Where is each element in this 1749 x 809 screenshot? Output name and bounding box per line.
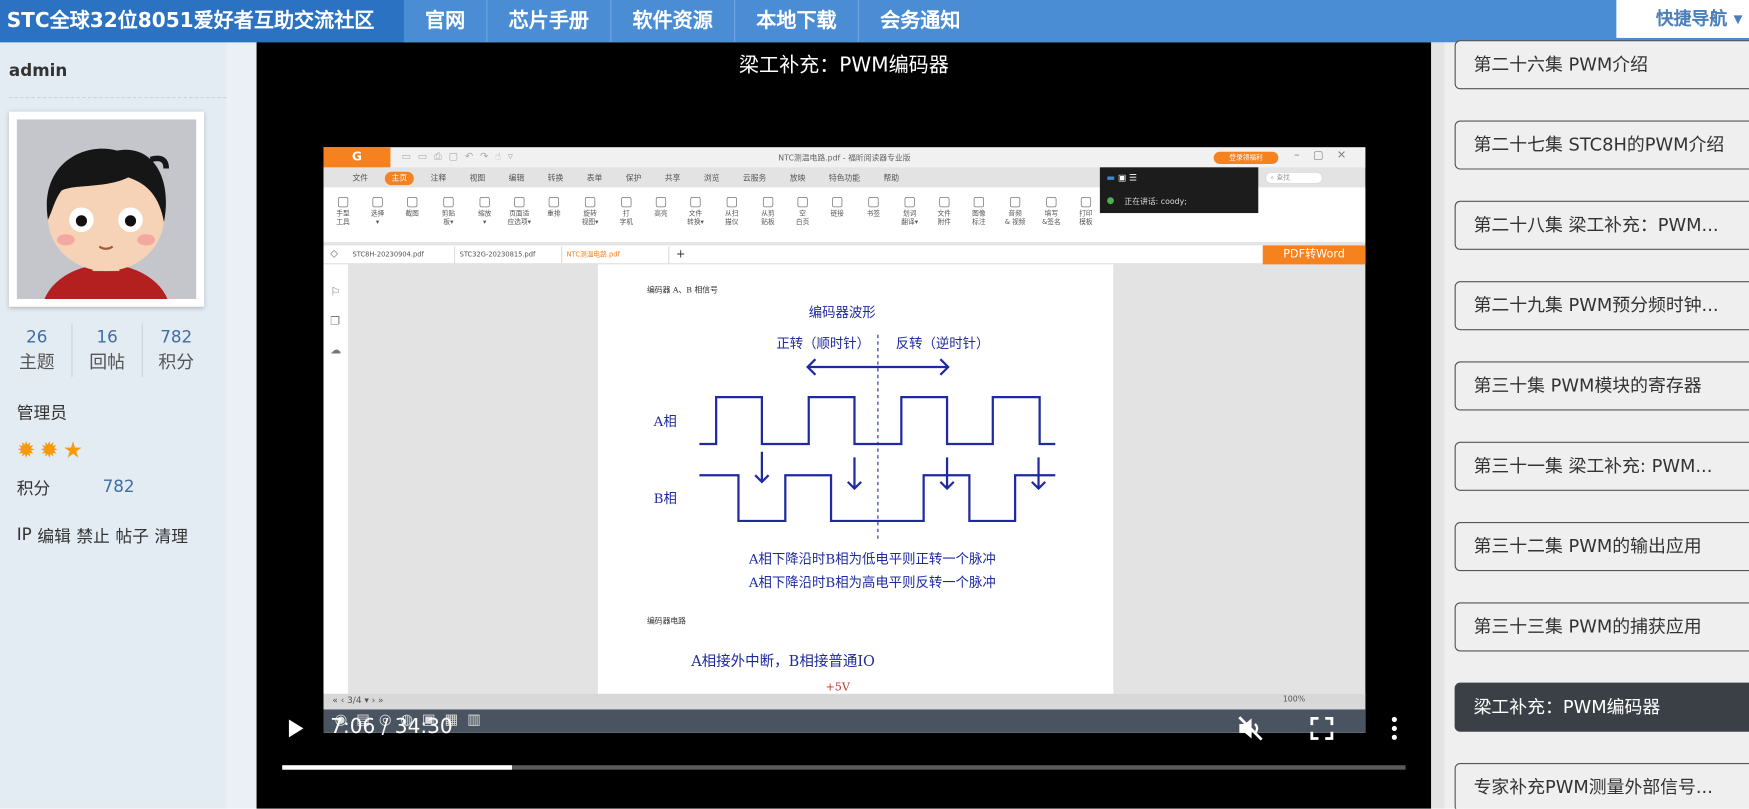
episode-item[interactable]: 第二十七集 STC8H的PWM介绍 bbox=[1454, 120, 1749, 170]
section-heading: 编码器电路 bbox=[647, 616, 686, 626]
video-progress-fill bbox=[282, 765, 513, 770]
nav-item[interactable]: 本地下载 bbox=[735, 0, 859, 43]
page-indicator: 3/4 bbox=[347, 694, 362, 705]
admin-link[interactable]: 清理 bbox=[155, 524, 188, 547]
forward-label: 正转（顺时针） bbox=[776, 336, 870, 352]
admin-links: IP 编辑 禁止 帖子 清理 bbox=[17, 524, 188, 547]
user-role[interactable]: 管理员 bbox=[17, 400, 67, 423]
avatar-image bbox=[16, 119, 197, 365]
episode-item[interactable]: 第三十三集 PWM的捕获应用 bbox=[1454, 602, 1749, 652]
muted-volume-icon[interactable] bbox=[1236, 714, 1265, 743]
site-brand-link[interactable]: STC全球32位8051爱好者互助交流社区 bbox=[0, 0, 404, 43]
phase-b-wave bbox=[699, 474, 1056, 523]
rule-reverse: A相下降沿时B相为高电平则反转一个脉冲 bbox=[748, 574, 996, 591]
reader-statusbar bbox=[323, 693, 1366, 710]
episode-item[interactable]: 第二十九集 PWM预分频时钟... bbox=[1454, 281, 1749, 331]
more-options-icon[interactable] bbox=[1385, 714, 1403, 743]
stat-topics[interactable]: 26 主题 bbox=[2, 326, 71, 377]
nav-item[interactable]: 官网 bbox=[404, 0, 488, 43]
encoder-waveform-figure: 编码器 A、B 相信号 编码器波形 正转（顺时针） 反转（逆时针） A相 B相 … bbox=[647, 284, 1056, 693]
phase-a-wave bbox=[699, 396, 1056, 446]
falling-edge-arrows bbox=[754, 451, 1047, 491]
episode-item[interactable]: 专家补充PWM测量外部信号... bbox=[1454, 763, 1749, 809]
video-time: 7:06 / 34:30 bbox=[330, 715, 453, 739]
section-heading: 编码器 A、B 相信号 bbox=[647, 284, 718, 294]
divider bbox=[8, 97, 227, 99]
username[interactable]: admin bbox=[9, 60, 67, 80]
circuit-note: A相接外中断，B相接普通IO bbox=[690, 653, 875, 670]
episode-item[interactable]: 第三十集 PWM模块的寄存器 bbox=[1454, 361, 1749, 411]
stat-replies[interactable]: 16 回帖 bbox=[73, 326, 142, 377]
play-icon[interactable] bbox=[284, 716, 306, 741]
video-progress-bar[interactable] bbox=[282, 765, 1406, 770]
nav-menu: 官网 芯片手册 软件资源 本地下载 会务通知 bbox=[404, 0, 982, 43]
reverse-label: 反转（逆时针） bbox=[896, 336, 990, 352]
admin-link[interactable]: 禁止 bbox=[76, 524, 109, 547]
nav-item[interactable]: 芯片手册 bbox=[487, 0, 612, 43]
fullscreen-icon[interactable] bbox=[1310, 716, 1335, 741]
episode-item[interactable]: 第三十二集 PWM的输出应用 bbox=[1454, 522, 1749, 572]
nav-item[interactable]: 会务通知 bbox=[859, 0, 982, 42]
phase-a-label: A相 bbox=[653, 414, 677, 430]
admin-link[interactable]: 编辑 bbox=[37, 524, 70, 547]
episode-item[interactable]: 第三十一集 梁工补充: PWM... bbox=[1454, 441, 1749, 491]
episode-item[interactable]: 第二十六集 PWM介绍 bbox=[1454, 40, 1749, 90]
video-title: 梁工补充：PWM编码器 bbox=[738, 53, 949, 77]
sidebar-gutter bbox=[226, 42, 257, 809]
panel-gutter bbox=[1431, 42, 1445, 809]
nav-item[interactable]: 软件资源 bbox=[611, 0, 736, 43]
points-label: 积分 bbox=[16, 478, 51, 499]
zoom-level: 100% bbox=[1282, 694, 1306, 704]
episode-item[interactable]: 梁工补充：PWM编码器 bbox=[1454, 682, 1749, 732]
rule-forward: A相下降沿时B相为低电平则正转一个脉冲 bbox=[748, 551, 996, 567]
rank-stars-icon: ✹✹★ bbox=[16, 436, 88, 463]
admin-link[interactable]: IP bbox=[17, 524, 32, 547]
video-frame-pdf-reader: G ▭▭⎙▢↶↷☝▿ NTC测温电路.pdf - 福昕阅读器专业版 登录领福利 … bbox=[323, 147, 1366, 733]
phase-b-label: B相 bbox=[654, 491, 677, 507]
page-nav: « ‹ 3/4 ▾ › » bbox=[332, 694, 384, 705]
points-value: 782 bbox=[102, 476, 135, 497]
episode-item[interactable]: 第二十八集 梁工补充：PWM... bbox=[1454, 200, 1749, 250]
vcc-label: +5V bbox=[825, 680, 850, 693]
avatar[interactable] bbox=[8, 111, 205, 365]
admin-link[interactable]: 帖子 bbox=[115, 524, 148, 547]
wave-title: 编码器波形 bbox=[809, 305, 876, 321]
quick-nav-dropdown[interactable]: 快捷导航 ▾ bbox=[1616, 0, 1749, 38]
stat-points[interactable]: 782 积分 bbox=[142, 326, 211, 377]
